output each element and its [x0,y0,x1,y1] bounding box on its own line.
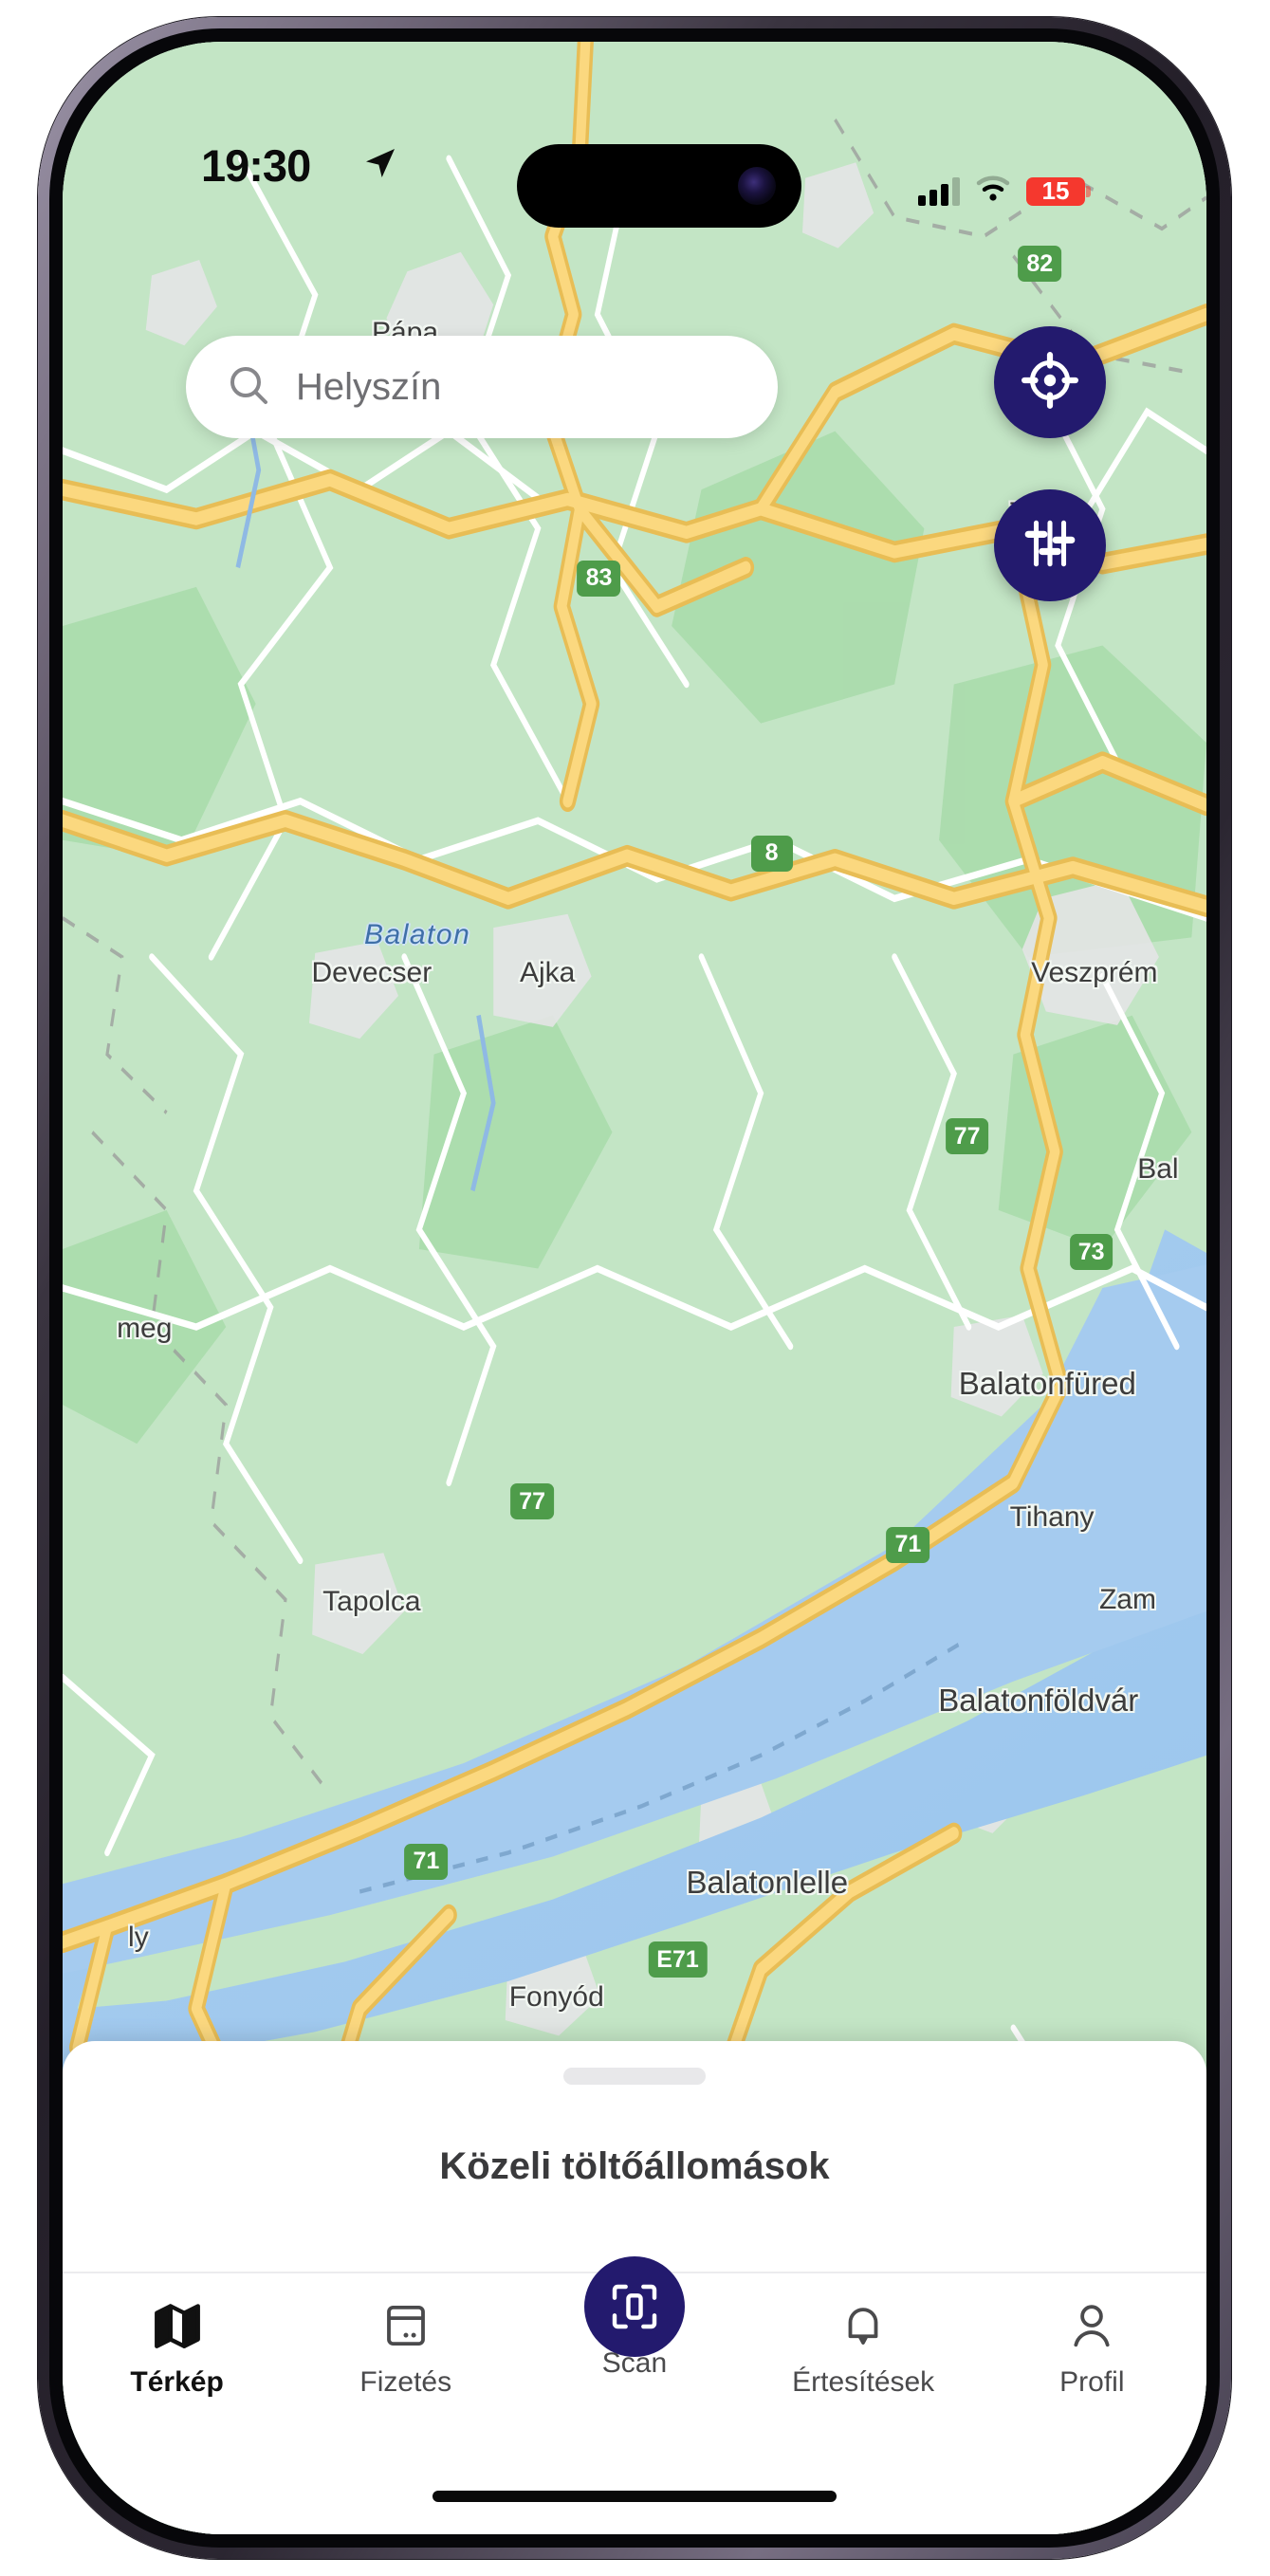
bottom-sheet[interactable]: Közeli töltőállomások Térkép Fizetés Sca… [63,2041,1206,2534]
tab-terkep[interactable]: Térkép [63,2296,291,2399]
scan-button-circle[interactable] [583,2256,685,2357]
road-shield-73: 73 [1069,1234,1114,1271]
road-shield-71: 71 [404,1843,449,1880]
tab-ertesitesek[interactable]: Értesítések [749,2296,978,2399]
search-input[interactable]: Helyszín [296,366,441,409]
crosshair-target-icon [1021,351,1079,414]
map-icon [150,2296,205,2355]
search-icon [226,362,271,413]
credit-card-icon [380,2296,432,2355]
road-shield-77: 77 [510,1483,555,1520]
home-indicator[interactable] [433,2491,837,2502]
qr-scan-icon [583,2256,685,2357]
bell-icon [837,2296,889,2355]
tab-label: Profil [1059,2366,1125,2398]
road-shield-71: 71 [886,1526,930,1563]
tab-label: Scan [601,2347,668,2379]
locate-me-button[interactable] [994,326,1106,438]
tab-label: Térkép [130,2366,224,2398]
person-icon [1066,2296,1117,2355]
tab-label: Értesítések [792,2366,935,2398]
road-shield-8: 8 [750,835,793,872]
tab-bar: Térkép Fizetés Scan Értesítések Profil [63,2256,1206,2477]
filter-button[interactable] [994,489,1106,601]
phone-screen: PápaZircDevecserAjkaVeszprémmegBalBalato… [63,42,1206,2534]
phone-frame: PápaZircDevecserAjkaVeszprémmegBalBalato… [38,17,1231,2559]
road-shield-83: 83 [577,560,621,597]
road-shield-e71: E71 [648,1941,708,1978]
tab-profil[interactable]: Profil [978,2296,1206,2399]
drag-handle[interactable] [563,2068,706,2085]
search-bar[interactable]: Helyszín [186,336,778,438]
tab-label: Fizetés [359,2366,452,2398]
phone-body: PápaZircDevecserAjkaVeszprémmegBalBalato… [49,28,1220,2548]
sliders-filter-icon [1022,516,1077,576]
sheet-title: Közeli töltőállomások [439,2145,830,2187]
road-shield-82: 82 [1018,246,1062,283]
road-shield-77: 77 [945,1118,989,1155]
tab-fizetes[interactable]: Fizetés [291,2296,520,2399]
tab-scan[interactable]: Scan [520,2256,748,2380]
